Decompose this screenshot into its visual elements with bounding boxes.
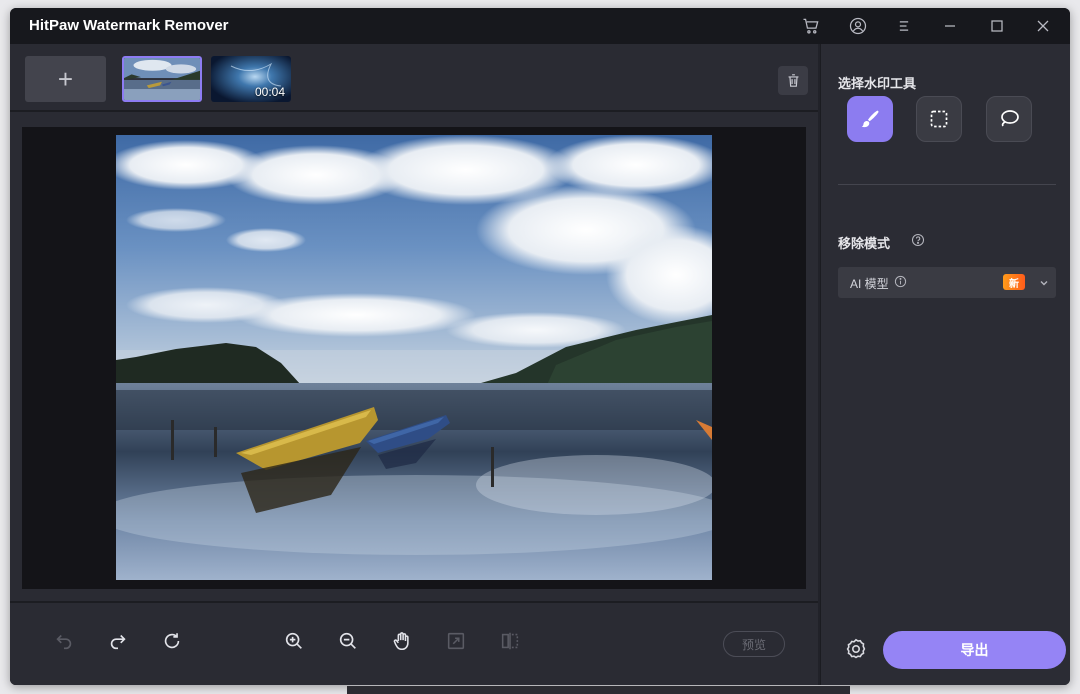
cart-icon[interactable] [799,14,823,38]
maximize-icon[interactable] [985,14,1009,38]
lake-thumbnail-image [124,58,200,100]
compare-icon[interactable] [496,627,524,655]
add-media-button[interactable]: + [25,56,106,102]
new-badge: 新 [1003,274,1025,290]
menu-icon[interactable] [892,14,916,38]
account-icon[interactable] [846,14,870,38]
brush-icon [861,110,879,128]
removal-mode-select[interactable]: AI 模型 新 [838,267,1056,298]
delete-button[interactable] [778,66,808,95]
zoom-out-icon[interactable] [334,627,362,655]
chevron-down-icon [1040,281,1048,286]
tool-section-title: 选择水印工具 [838,76,917,91]
hand-pan-icon[interactable] [388,627,416,655]
rectangle-select-icon [930,110,948,128]
close-icon[interactable] [1031,14,1055,38]
edit-toolbar: 预览 [10,601,818,685]
tool-panel: 选择水印工具 移除模式 AI 模型 新 导出 [820,44,1070,685]
title-bar: HitPaw Watermark Remover [10,8,1070,44]
brush-tool-button[interactable] [847,96,893,142]
media-thumbnail-image[interactable] [122,56,202,102]
help-icon[interactable] [911,233,925,247]
app-title: HitPaw Watermark Remover [29,17,229,34]
rectangle-select-tool-button[interactable] [916,96,962,142]
fit-screen-icon[interactable] [442,627,470,655]
zoom-in-icon[interactable] [280,627,308,655]
minimize-icon[interactable] [938,14,962,38]
lasso-icon [1001,110,1019,127]
info-icon[interactable] [894,275,907,288]
mode-section-title: 移除模式 [838,236,891,251]
app-window: HitPaw Watermark Remover + 00:04 预览 选择水印… [10,8,1070,685]
panel-divider [838,184,1056,185]
reset-icon[interactable] [158,627,186,655]
mode-selected-label: AI 模型 [850,277,889,291]
video-duration: 00:04 [254,85,285,99]
media-thumbnail-video[interactable]: 00:04 [211,56,291,102]
trash-icon [788,74,798,87]
preview-canvas[interactable] [22,127,806,589]
lake-landscape-image [116,135,712,580]
lake-photo[interactable] [116,135,712,580]
undo-icon[interactable] [50,627,78,655]
editor-panel: + 00:04 预览 [10,44,818,685]
taskbar-strip [347,686,850,694]
redo-icon[interactable] [104,627,132,655]
media-strip: + 00:04 [10,44,818,112]
settings-gear-icon[interactable] [844,637,868,661]
lasso-tool-button[interactable] [986,96,1032,142]
export-button[interactable]: 导出 [883,631,1066,669]
plus-icon: + [57,64,74,94]
preview-button[interactable]: 预览 [723,631,785,657]
